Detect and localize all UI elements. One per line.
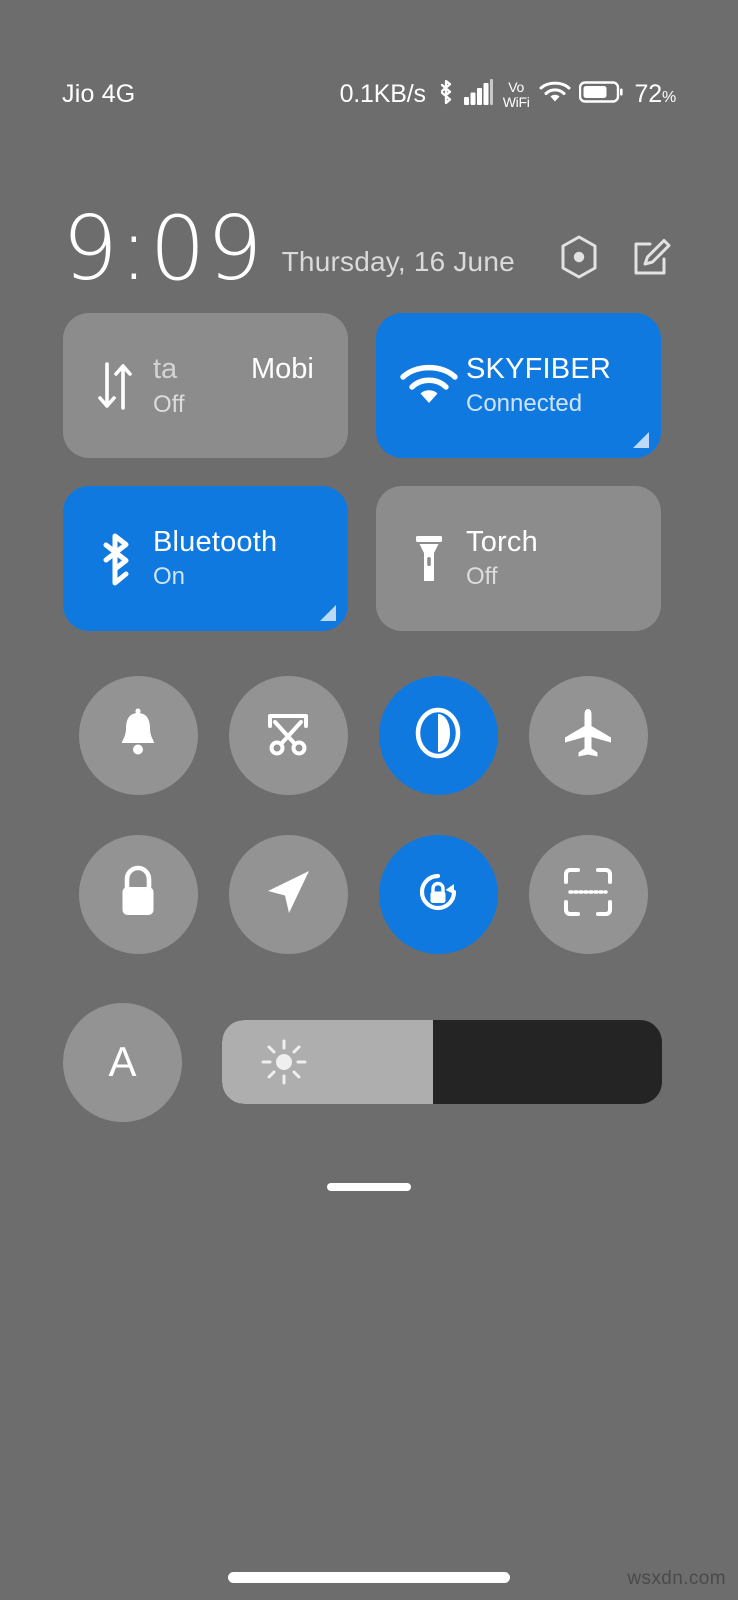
toggle-silent-mode[interactable]: [78, 676, 198, 795]
edit-pencil-icon[interactable]: [630, 234, 676, 280]
toggle-airplane-mode[interactable]: [528, 676, 648, 795]
tile-torch-text: Torch Off: [466, 526, 639, 591]
tile-mobile-data-title-marquee: ta Mobi: [153, 353, 326, 387]
tile-wifi[interactable]: SKYFIBER Connected: [376, 313, 661, 458]
brightness-row: A: [63, 1002, 663, 1122]
tile-wifi-title: SKYFIBER: [466, 353, 612, 386]
battery-percent-label: 72%: [634, 79, 677, 109]
dark-mode-contrast-icon: [412, 705, 464, 766]
lock-icon: [116, 865, 160, 924]
status-bar-right: 0.1KB/s Vo WiFi 72%: [340, 78, 676, 111]
status-bar: Jio 4G 0.1KB/s Vo WiFi 72%: [0, 0, 738, 150]
battery-percent-value: 72: [634, 79, 663, 108]
wifi-icon: [398, 363, 460, 409]
volte-label-top: Vo: [508, 78, 525, 95]
location-arrow-icon: [262, 866, 314, 923]
toggle-screen-lock[interactable]: [78, 835, 198, 954]
tile-bluetooth-text: Bluetooth On: [153, 526, 326, 591]
auto-brightness-button[interactable]: A: [63, 1002, 182, 1122]
circle-toggle-grid: [63, 676, 663, 954]
watermark-label: wsxdn.com: [627, 1568, 726, 1589]
tile-mobile-data-title-tail: ta: [153, 352, 178, 385]
toggle-screenshot[interactable]: [228, 676, 348, 795]
airplane-icon: [561, 707, 615, 764]
battery-percent-unit: %: [661, 88, 676, 106]
tile-wifi-subtitle: Connected: [466, 390, 583, 418]
bluetooth-icon: [436, 78, 456, 111]
brightness-slider[interactable]: [222, 1020, 662, 1104]
tile-bluetooth-subtitle: On: [153, 563, 186, 591]
clock-label: 9:09: [62, 197, 264, 301]
brightness-sun-icon: [260, 1038, 308, 1086]
settings-gear-icon[interactable]: [556, 234, 602, 280]
header-actions: [556, 234, 676, 290]
tile-mobile-data-text: ta Mobi Off: [153, 353, 326, 419]
screenshot-scissors-icon: [262, 708, 314, 763]
tile-mobile-data[interactable]: ta Mobi Off: [63, 313, 348, 458]
home-indicator[interactable]: [228, 1572, 510, 1583]
tile-torch-subtitle: Off: [466, 563, 498, 591]
toggle-dark-mode[interactable]: [378, 676, 498, 795]
toggle-scanner[interactable]: [528, 835, 648, 954]
tile-torch[interactable]: Torch Off: [376, 486, 661, 631]
toggle-rotation-lock[interactable]: [378, 835, 498, 954]
tile-bluetooth-expand-corner[interactable]: [320, 605, 336, 621]
brightness-slider-fill: [222, 1020, 434, 1104]
big-tiles-grid: ta Mobi Off SKYFIBER Connected Bluetooth…: [63, 313, 661, 631]
tile-mobile-data-title-head: Mobi: [251, 352, 314, 385]
network-speed-label: 0.1KB/s: [339, 79, 426, 108]
tile-wifi-text: SKYFIBER Connected: [466, 353, 639, 418]
rotation-lock-icon: [409, 863, 467, 926]
panel-header: 9:09 Thursday, 16 June: [0, 180, 738, 301]
quick-settings-panel: Jio 4G 0.1KB/s Vo WiFi 72% 9:09 Thursday…: [0, 0, 738, 1600]
wifi-icon: [539, 79, 571, 110]
bluetooth-icon: [85, 530, 147, 588]
battery-icon: [578, 80, 623, 109]
tile-wifi-expand-corner[interactable]: [633, 432, 649, 448]
tile-bluetooth[interactable]: Bluetooth On: [63, 486, 348, 631]
tile-mobile-data-subtitle: Off: [153, 390, 185, 418]
volte-wifi-icon: Vo WiFi: [503, 80, 530, 109]
bell-icon: [115, 707, 161, 764]
cellular-signal-icon: [463, 78, 494, 110]
toggle-location[interactable]: [228, 835, 348, 954]
panel-drag-handle[interactable]: [327, 1183, 411, 1191]
mobile-data-arrows-icon: [85, 358, 147, 414]
tile-torch-title: Torch: [466, 526, 538, 559]
date-label: Thursday, 16 June: [281, 246, 515, 277]
carrier-label: Jio 4G: [62, 79, 136, 108]
flashlight-icon: [398, 531, 460, 587]
volte-label-bottom: WiFi: [502, 93, 530, 110]
tile-bluetooth-title: Bluetooth: [153, 526, 278, 559]
scan-frame-icon: [562, 866, 614, 923]
